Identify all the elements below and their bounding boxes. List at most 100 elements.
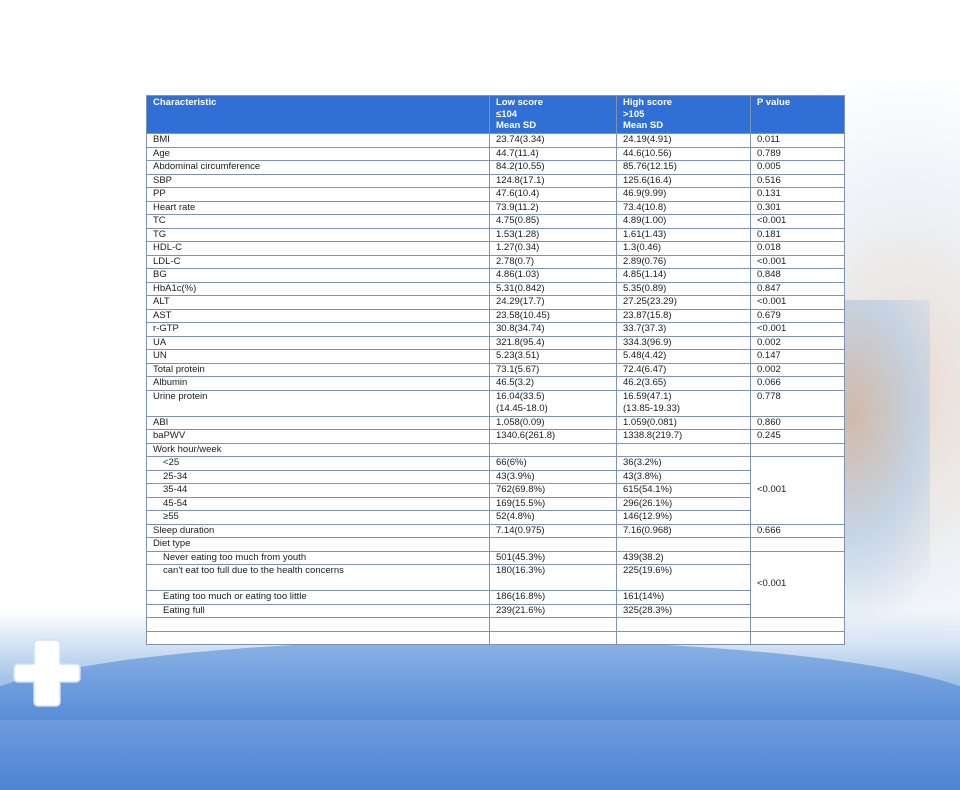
low-score-cell: 16.04(33.5) (14.45-18.0) xyxy=(489,389,617,417)
p-value-cell: 0.666 xyxy=(750,523,845,538)
low-score-cell: 2.78(0.7) xyxy=(489,254,617,269)
low-score-cell: 84.2(10.55) xyxy=(489,160,617,175)
low-score-cell: 23.74(3.34) xyxy=(489,133,617,148)
high-score-cell: 146(12.9%) xyxy=(616,510,751,525)
low-score-cell: 1340.6(261.8) xyxy=(489,429,617,444)
high-score-cell: 16.59(47.1) (13.85-19.33) xyxy=(616,389,751,417)
empty-cell xyxy=(616,442,751,457)
low-score-cell: 239(21.6%) xyxy=(489,603,617,618)
table-row: ALT 24.29(17.7) 27.25(23.29) <0.001 xyxy=(146,295,845,310)
table-row: Albumin 46.5(3.2) 46.2(3.65) 0.066 xyxy=(146,376,845,391)
p-value-cell: 0.679 xyxy=(750,308,845,323)
sub-characteristic-cell: Never eating too much from youth xyxy=(146,550,490,565)
characteristic-cell: LDL-C xyxy=(146,254,490,269)
table-row: HbA1c(%) 5.31(0.842) 5.35(0.89) 0.847 xyxy=(146,281,845,296)
low-score-cell: 66(6%) xyxy=(489,456,617,471)
high-score-cell: 5.35(0.89) xyxy=(616,281,751,296)
p-value-cell: 0.147 xyxy=(750,349,845,364)
sub-characteristic-cell: Eating too much or eating too little xyxy=(146,590,490,605)
low-score-cell: 4.75(0.85) xyxy=(489,214,617,229)
low-score-cell: 23.58(10.45) xyxy=(489,308,617,323)
low-score-cell: 5.31(0.842) xyxy=(489,281,617,296)
characteristic-cell: ALT xyxy=(146,295,490,310)
table-body: BMI 23.74(3.34) 24.19(4.91) 0.011 Age 44.7(11… xyxy=(146,133,845,645)
high-score-cell: 5.48(4.42) xyxy=(616,349,751,364)
p-value-cell: 0.860 xyxy=(750,415,845,430)
group-header-row: Diet type xyxy=(146,537,845,552)
empty-cell xyxy=(146,630,490,645)
characteristic-cell: Urine protein xyxy=(146,389,490,417)
characteristic-cell: TG xyxy=(146,227,490,242)
empty-cell xyxy=(146,617,490,632)
low-score-cell: 44.7(11.4) xyxy=(489,146,617,161)
high-score-cell: 46.2(3.65) xyxy=(616,376,751,391)
low-score-cell: 501(45.3%) xyxy=(489,550,617,565)
high-score-cell: 72.4(6.47) xyxy=(616,362,751,377)
p-value-cell: 0.848 xyxy=(750,268,845,283)
table-row: Age 44.7(11.4) 44.6(10.56) 0.789 xyxy=(146,146,845,161)
p-value-cell: 0.245 xyxy=(750,429,845,444)
high-score-cell: 296(26.1%) xyxy=(616,496,751,511)
empty-cell xyxy=(489,442,617,457)
high-score-cell: 615(54.1%) xyxy=(616,483,751,498)
p-value-cell: 0.789 xyxy=(750,146,845,161)
high-score-cell: 439(38.2) xyxy=(616,550,751,565)
table-row: ABI 1.058(0.09) 1.059(0.081) 0.860 xyxy=(146,415,845,430)
characteristic-cell: PP xyxy=(146,187,490,202)
high-score-cell: 4.89(1.00) xyxy=(616,214,751,229)
low-score-cell: 1.058(0.09) xyxy=(489,415,617,430)
characteristic-cell: HbA1c(%) xyxy=(146,281,490,296)
table-row: 35-44 762(69.8%) 615(54.1%) xyxy=(146,483,845,498)
header-characteristic: Characteristic xyxy=(146,95,490,134)
characteristic-cell: AST xyxy=(146,308,490,323)
low-score-cell: 43(3.9%) xyxy=(489,469,617,484)
high-score-cell: 1.3(0.46) xyxy=(616,241,751,256)
group-p-value-cell: <0.001 xyxy=(750,456,845,525)
p-value-cell: <0.001 xyxy=(750,295,845,310)
empty-cell xyxy=(750,630,845,645)
low-score-cell: 762(69.8%) xyxy=(489,483,617,498)
characteristic-cell: ABI xyxy=(146,415,490,430)
header-low-score: Low score ≤104 Mean SD xyxy=(489,95,617,134)
low-score-cell: 1.27(0.34) xyxy=(489,241,617,256)
sub-characteristic-cell: Eating full xyxy=(146,603,490,618)
group-p-value-cell: <0.001 xyxy=(750,550,845,618)
high-score-cell: 23.87(15.8) xyxy=(616,308,751,323)
table-row: Never eating too much from youth 501(45.3… xyxy=(146,550,845,618)
characteristic-cell: UN xyxy=(146,349,490,364)
p-value-cell: 0.131 xyxy=(750,187,845,202)
empty-cell xyxy=(750,617,845,632)
group-label-cell: Work hour/week xyxy=(146,442,490,457)
table-header: Characteristic Low score ≤104 Mean SD High… xyxy=(146,95,845,134)
empty-cell xyxy=(616,630,751,645)
empty-row xyxy=(146,630,845,645)
sub-characteristic-cell: ≥55 xyxy=(146,510,490,525)
high-score-cell: 161(14%) xyxy=(616,590,751,605)
characteristic-cell: Age xyxy=(146,146,490,161)
empty-cell xyxy=(489,630,617,645)
low-score-cell: 30.8(34.74) xyxy=(489,322,617,337)
characteristic-cell: BG xyxy=(146,268,490,283)
high-score-cell: 325(28.3%) xyxy=(616,603,751,618)
high-score-cell: 225(19.6%) xyxy=(616,564,751,591)
table-row: 25-34 43(3.9%) 43(3.8%) xyxy=(146,469,845,484)
characteristic-cell: r-GTP xyxy=(146,322,490,337)
group-header-row: Work hour/week xyxy=(146,442,845,457)
plus-icon xyxy=(13,639,81,707)
characteristic-cell: baPWV xyxy=(146,429,490,444)
p-value-cell: 0.066 xyxy=(750,376,845,391)
empty-cell xyxy=(616,617,751,632)
characteristic-cell: Sleep duration xyxy=(146,523,490,538)
table-row: <25 66(6%) 36(3.2%) <0.001 xyxy=(146,456,845,525)
high-score-cell: 4.85(1.14) xyxy=(616,268,751,283)
table-row: UN 5.23(3.51) 5.48(4.42) 0.147 xyxy=(146,349,845,364)
characteristic-cell: TC xyxy=(146,214,490,229)
p-value-cell: 0.847 xyxy=(750,281,845,296)
table-row: 45-54 169(15.5%) 296(26.1%) xyxy=(146,496,845,511)
low-score-cell: 4.86(1.03) xyxy=(489,268,617,283)
high-score-cell: 33.7(37.3) xyxy=(616,322,751,337)
header-high-score-text: High score >105 Mean SD xyxy=(623,97,673,131)
p-value-cell: 0.778 xyxy=(750,389,845,417)
characteristic-cell: UA xyxy=(146,335,490,350)
empty-cell xyxy=(489,617,617,632)
